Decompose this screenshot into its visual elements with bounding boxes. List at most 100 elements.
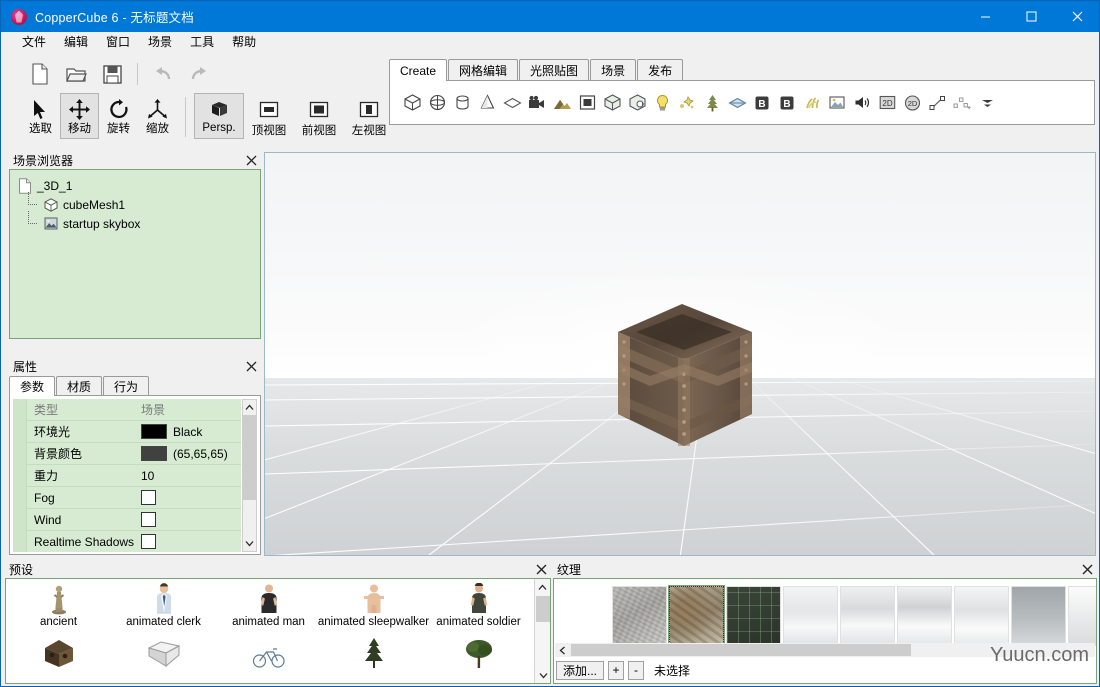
cube-icon[interactable] bbox=[400, 90, 424, 116]
list-item[interactable]: animated man bbox=[216, 581, 321, 634]
billboard-b-icon[interactable]: B bbox=[750, 90, 774, 116]
list-item[interactable]: animated clerk bbox=[111, 581, 216, 634]
tool-rotate[interactable]: 旋转 bbox=[99, 93, 138, 139]
minimize-button[interactable] bbox=[962, 1, 1008, 32]
3d-viewport[interactable] bbox=[264, 152, 1096, 556]
table-row[interactable]: 重力 10 bbox=[13, 465, 241, 487]
prop-value-wind[interactable] bbox=[137, 512, 241, 527]
overlay-2d-icon[interactable]: 2D bbox=[875, 90, 899, 116]
textures-list[interactable]: 添加... + - 未选择 bbox=[553, 578, 1097, 684]
tool-move[interactable]: 移动 bbox=[60, 93, 99, 139]
view-left[interactable]: 左视图 bbox=[344, 93, 394, 139]
table-row[interactable]: Fog bbox=[13, 487, 241, 509]
wind-checkbox[interactable] bbox=[141, 512, 156, 527]
chevron-left-icon[interactable] bbox=[555, 643, 569, 657]
cube-object[interactable] bbox=[610, 298, 760, 453]
presets-scrollbar[interactable] bbox=[534, 579, 550, 683]
chevron-up-icon[interactable] bbox=[245, 400, 254, 415]
camera-icon[interactable] bbox=[525, 90, 549, 116]
scene-tree[interactable]: _3D_1 cubeMesh1 startup skybox bbox=[9, 169, 261, 339]
realtime-shadows-checkbox[interactable] bbox=[141, 534, 156, 549]
more-dropdown-icon[interactable] bbox=[975, 90, 999, 116]
decrease-button[interactable]: - bbox=[628, 661, 644, 680]
skybox-icon[interactable] bbox=[600, 90, 624, 116]
tree-item-root[interactable]: _3D_1 bbox=[16, 176, 260, 195]
texture-tile-rust[interactable] bbox=[669, 586, 724, 646]
menu-tools[interactable]: 工具 bbox=[181, 32, 223, 53]
prop-value-gravity[interactable]: 10 bbox=[137, 469, 241, 483]
table-row[interactable]: 环境光 Black bbox=[13, 421, 241, 443]
tab-lightmap[interactable]: 光照贴图 bbox=[519, 59, 589, 80]
tab-material[interactable]: 材质 bbox=[56, 376, 102, 395]
menu-file[interactable]: 文件 bbox=[13, 32, 55, 53]
maximize-button[interactable] bbox=[1008, 1, 1054, 32]
tree-item-skybox[interactable]: startup skybox bbox=[16, 214, 260, 233]
scene-browser-close-icon[interactable] bbox=[246, 152, 257, 169]
prop-value-ambient-light[interactable]: Black bbox=[137, 424, 241, 439]
list-item[interactable] bbox=[426, 635, 531, 684]
list-item[interactable] bbox=[6, 635, 111, 684]
path-icon[interactable] bbox=[925, 90, 949, 116]
textures-horizontal-scrollbar[interactable] bbox=[555, 643, 1095, 657]
prop-value-fog[interactable] bbox=[137, 490, 241, 505]
save-disk-button[interactable] bbox=[95, 59, 129, 89]
properties-scrollbar[interactable] bbox=[242, 399, 257, 552]
texture-tile-green-grid[interactable] bbox=[726, 586, 781, 646]
hud-2d-icon[interactable]: 2D bbox=[900, 90, 924, 116]
chevron-down-icon[interactable] bbox=[535, 667, 551, 683]
add-texture-button[interactable]: 添加... bbox=[556, 661, 604, 680]
point-light-icon[interactable] bbox=[650, 90, 674, 116]
tree-icon[interactable] bbox=[700, 90, 724, 116]
table-row[interactable]: Wind bbox=[13, 509, 241, 531]
tab-behavior[interactable]: 行为 bbox=[103, 376, 149, 395]
new-document-button[interactable] bbox=[23, 59, 57, 89]
tab-mesh-edit[interactable]: 网格编辑 bbox=[448, 59, 518, 80]
texture-tile-sky-right[interactable] bbox=[954, 586, 1009, 646]
list-item[interactable]: animated soldier bbox=[426, 581, 531, 634]
skydome-icon[interactable] bbox=[625, 90, 649, 116]
cylinder-icon[interactable] bbox=[450, 90, 474, 116]
list-item[interactable]: ancient bbox=[6, 581, 111, 634]
list-item[interactable]: animated sleepwalker bbox=[321, 581, 426, 634]
textures-close-icon[interactable] bbox=[1082, 561, 1093, 578]
sphere-icon[interactable] bbox=[425, 90, 449, 116]
tool-scale[interactable]: 缩放 bbox=[138, 93, 177, 139]
plane-icon[interactable] bbox=[500, 90, 524, 116]
list-item[interactable] bbox=[111, 635, 216, 684]
sound-icon[interactable] bbox=[850, 90, 874, 116]
water-icon[interactable] bbox=[725, 90, 749, 116]
grass-icon[interactable] bbox=[800, 90, 824, 116]
view-front[interactable]: 前视图 bbox=[294, 93, 344, 139]
tool-select[interactable]: 选取 bbox=[21, 93, 60, 139]
presets-list[interactable]: ancient animated clerk animated man bbox=[5, 578, 551, 684]
view-perspective[interactable]: Persp. bbox=[194, 93, 244, 139]
close-button[interactable] bbox=[1054, 1, 1100, 32]
color-swatch[interactable] bbox=[141, 446, 167, 461]
scrollbar-thumb[interactable] bbox=[571, 644, 911, 656]
pathnode-add-icon[interactable] bbox=[950, 90, 974, 116]
texture-tile-sky-down[interactable] bbox=[1011, 586, 1066, 646]
texture-tile-sky-up[interactable] bbox=[783, 586, 838, 646]
list-item[interactable] bbox=[321, 635, 426, 684]
texture-tile-sky-front[interactable] bbox=[840, 586, 895, 646]
increase-button[interactable]: + bbox=[608, 661, 624, 680]
menu-edit[interactable]: 编辑 bbox=[55, 32, 97, 53]
redo-button[interactable] bbox=[182, 59, 216, 89]
particle-system-icon[interactable] bbox=[675, 90, 699, 116]
scrollbar-thumb[interactable] bbox=[243, 415, 256, 500]
scrollbar-thumb[interactable] bbox=[536, 596, 550, 622]
tab-publish[interactable]: 发布 bbox=[637, 59, 683, 80]
menu-window[interactable]: 窗口 bbox=[97, 32, 139, 53]
picture-icon[interactable] bbox=[825, 90, 849, 116]
view-top[interactable]: 顶视图 bbox=[244, 93, 294, 139]
cone-icon[interactable] bbox=[475, 90, 499, 116]
tab-create[interactable]: Create bbox=[389, 59, 447, 81]
open-folder-button[interactable] bbox=[59, 59, 93, 89]
prop-value-realtime-shadows[interactable] bbox=[137, 534, 241, 549]
fog-checkbox[interactable] bbox=[141, 490, 156, 505]
tab-parameters[interactable]: 参数 bbox=[9, 376, 55, 396]
text-b-icon[interactable]: B bbox=[775, 90, 799, 116]
texture-tile-sky-left[interactable] bbox=[897, 586, 952, 646]
room-icon[interactable] bbox=[575, 90, 599, 116]
terrain-icon[interactable] bbox=[550, 90, 574, 116]
